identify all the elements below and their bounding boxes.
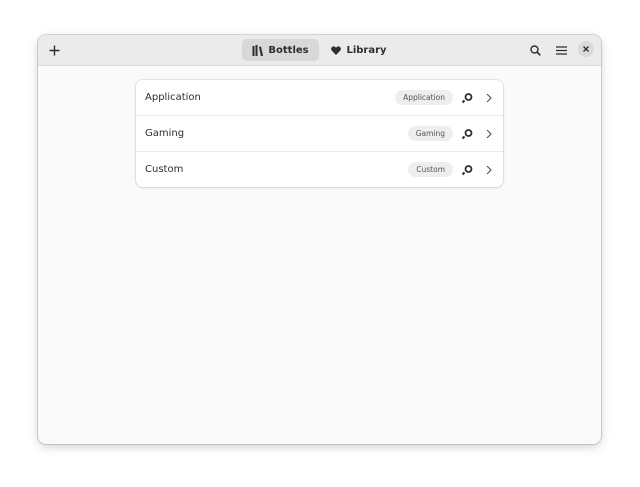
bottles-icon <box>252 44 264 56</box>
search-icon <box>529 44 541 56</box>
environment-badge: Custom <box>408 162 453 177</box>
bottle-name: Gaming <box>145 128 185 139</box>
environment-badge: Application <box>395 90 453 105</box>
bottle-name: Custom <box>145 164 184 175</box>
tab-library[interactable]: Library <box>319 39 399 61</box>
view-switcher: Bottles Library <box>242 39 399 61</box>
chevron-right-icon <box>486 165 492 174</box>
plus-icon <box>49 45 59 55</box>
row-chevron[interactable] <box>483 91 495 105</box>
bottle-row[interactable]: Application Application <box>136 80 503 116</box>
row-chevron[interactable] <box>483 127 495 141</box>
heart-icon <box>331 45 342 55</box>
chevron-right-icon <box>486 129 492 138</box>
run-executable-button[interactable] <box>460 127 474 141</box>
bottle-name: Application <box>145 92 201 103</box>
run-icon <box>461 128 473 139</box>
main-menu-button[interactable] <box>551 40 571 60</box>
app-window: Bottles Library Application Application … <box>38 35 601 444</box>
header-bar: Bottles Library <box>38 35 601 66</box>
run-icon <box>461 164 473 175</box>
search-button[interactable] <box>525 40 545 60</box>
bottle-row[interactable]: Gaming Gaming <box>136 116 503 152</box>
close-window-button[interactable] <box>578 41 594 57</box>
run-executable-button[interactable] <box>460 91 474 105</box>
run-icon <box>461 92 473 103</box>
run-executable-button[interactable] <box>460 163 474 177</box>
tab-library-label: Library <box>346 44 387 56</box>
environment-badge: Gaming <box>407 126 453 141</box>
bottles-list: Application Application Gaming Gaming Cu… <box>136 80 503 187</box>
hamburger-menu-icon <box>555 45 567 55</box>
add-bottle-button[interactable] <box>44 40 64 60</box>
chevron-right-icon <box>486 93 492 102</box>
tab-bottles[interactable]: Bottles <box>242 39 319 61</box>
bottle-row[interactable]: Custom Custom <box>136 152 503 187</box>
tab-bottles-label: Bottles <box>268 44 309 56</box>
close-icon <box>583 46 589 52</box>
row-chevron[interactable] <box>483 163 495 177</box>
